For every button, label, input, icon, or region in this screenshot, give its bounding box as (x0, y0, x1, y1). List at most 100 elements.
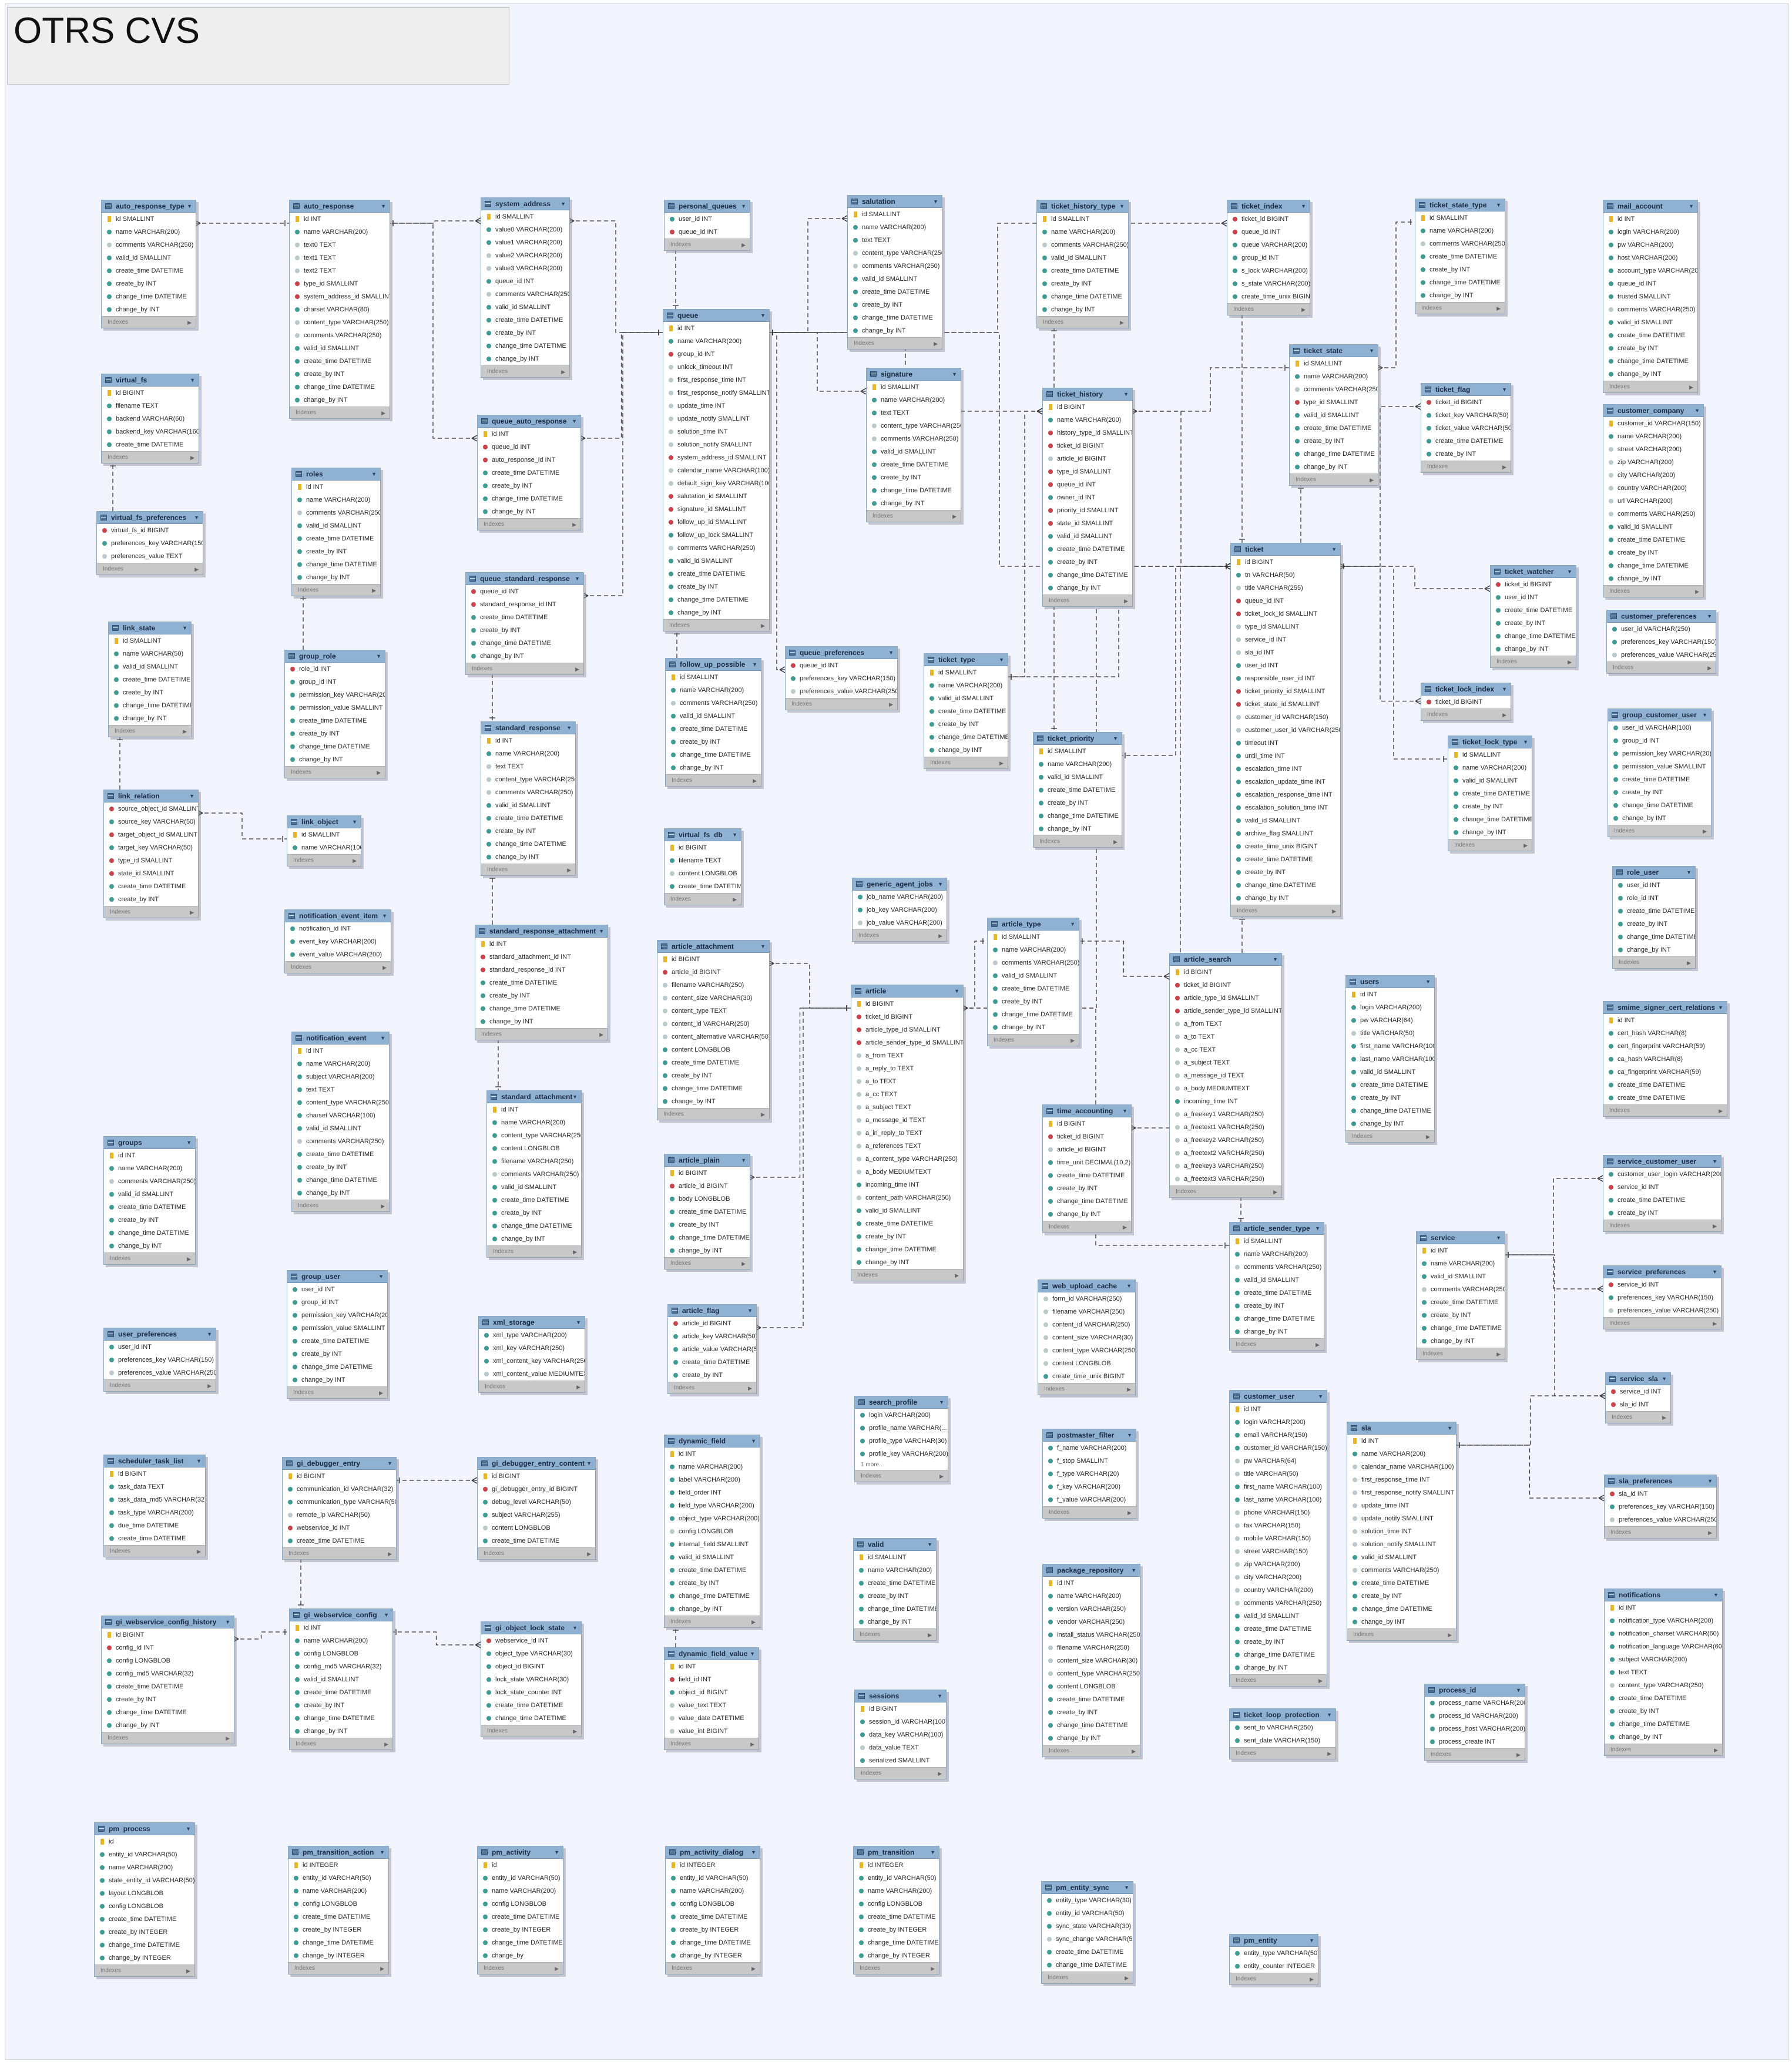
indexes-section[interactable]: Indexes ▶ (292, 584, 380, 596)
table-header[interactable]: pm_transition_action ▼ (288, 1846, 388, 1859)
column-row[interactable]: name VARCHAR(200) (292, 1057, 389, 1070)
column-row[interactable]: change_time DATETIME (1042, 1959, 1133, 1972)
table-gi-object-lock-state[interactable]: gi_object_lock_state ▼ webservice_id INT ob… (481, 1621, 582, 1737)
column-row[interactable]: queue_id INT (466, 585, 583, 598)
column-row[interactable]: layout LONGBLOB (95, 1887, 194, 1900)
indexes-section[interactable]: Indexes ▶ (786, 698, 897, 710)
column-row[interactable]: create_by INT (848, 298, 942, 311)
column-row[interactable]: virtual_fs_id BIGINT (97, 524, 203, 537)
indexes-section[interactable]: Indexes ▶ (487, 1245, 581, 1257)
table-header[interactable]: pm_entity_sync ▼ (1042, 1882, 1133, 1894)
column-row[interactable]: webservice_id INT (283, 1522, 396, 1534)
collapse-arrow-icon[interactable]: ▼ (575, 576, 580, 582)
column-row[interactable]: signature_id SMALLINT (663, 503, 769, 516)
column-row[interactable]: change_time DATETIME (657, 1082, 769, 1095)
column-row[interactable]: create_by INTEGER (854, 1923, 939, 1936)
column-row[interactable]: create_time DATETIME (104, 880, 198, 893)
column-row[interactable]: id SMALLINT (1037, 213, 1128, 226)
column-row[interactable]: communication_id VARCHAR(32) (283, 1483, 396, 1496)
table-process-id[interactable]: process_id ▼ process_name VARCHAR(200) proc… (1424, 1684, 1525, 1761)
column-row[interactable]: name VARCHAR(200) (1417, 1257, 1505, 1270)
column-row[interactable]: ticket_id BIGINT (1421, 396, 1511, 409)
column-row[interactable]: city VARCHAR(200) (1230, 1571, 1327, 1584)
expand-arrow-icon[interactable]: ▶ (1516, 1749, 1521, 1760)
column-row[interactable]: job_key VARCHAR(200) (853, 904, 947, 916)
column-row[interactable]: login VARCHAR(200) (1230, 1416, 1327, 1429)
column-row[interactable]: object_id BIGINT (665, 1686, 759, 1699)
table-standard-attachment[interactable]: standard_attachment ▼ id INT name VARCHAR(2… (486, 1090, 582, 1258)
column-row[interactable]: value_text TEXT (665, 1699, 759, 1712)
table-service[interactable]: service ▼ id INT name VARCHAR(200) valid_id … (1416, 1231, 1505, 1360)
table-mail-account[interactable]: mail_account ▼ id INT login VARCHAR(200) pw … (1603, 200, 1698, 393)
column-row[interactable]: create_time DATETIME (102, 264, 196, 277)
column-row[interactable]: responsible_user_id INT (1231, 672, 1340, 685)
column-row[interactable]: process_host VARCHAR(200) (1425, 1722, 1525, 1735)
expand-arrow-icon[interactable]: ▶ (733, 894, 737, 905)
collapse-arrow-icon[interactable]: ▼ (952, 371, 957, 377)
column-row[interactable]: change_by INT (1347, 1616, 1456, 1628)
table-header[interactable]: ticket_loop_protection ▼ (1230, 1709, 1335, 1721)
column-row[interactable]: content_type VARCHAR(250) (848, 247, 942, 260)
collapse-arrow-icon[interactable]: ▼ (1331, 546, 1337, 552)
column-row[interactable]: create_by INT (1043, 1706, 1140, 1719)
column-row[interactable]: entity_counter INTEGER (1230, 1960, 1318, 1973)
column-row[interactable]: change_time DATETIME (1608, 799, 1711, 812)
column-row[interactable]: user_id INT (1231, 659, 1340, 672)
column-row[interactable]: id INT (1043, 1577, 1140, 1590)
column-row[interactable]: salutation_id SMALLINT (663, 490, 769, 503)
indexes-section[interactable]: Indexes ▶ (854, 1628, 936, 1640)
indexes-section[interactable]: Indexes ▶ (466, 663, 583, 674)
collapse-arrow-icon[interactable]: ▼ (1309, 1937, 1314, 1943)
column-row[interactable]: article_key VARCHAR(50) (668, 1330, 756, 1343)
column-row[interactable]: entity_type VARCHAR(30) (1042, 1894, 1133, 1907)
column-row[interactable]: create_by INT (1491, 617, 1576, 630)
column-row[interactable]: article_sender_type_id SMALLINT (1170, 1005, 1281, 1017)
column-row[interactable]: group_id INT (1227, 251, 1310, 264)
column-row[interactable]: config LONGBLOB (95, 1900, 194, 1913)
column-row[interactable]: due_time DATETIME (104, 1519, 205, 1532)
table-signature[interactable]: signature ▼ id SMALLINT name VARCHAR(200) te… (866, 368, 961, 522)
column-row[interactable]: name VARCHAR(200) (1033, 758, 1122, 771)
column-row[interactable]: session_id VARCHAR(100) (855, 1715, 946, 1728)
column-row[interactable]: create_time DATETIME (1603, 329, 1697, 342)
column-row[interactable]: ticket_id BIGINT (1491, 578, 1576, 591)
column-row[interactable]: s_lock VARCHAR(200) (1227, 264, 1310, 277)
column-row[interactable]: id INT (663, 322, 769, 335)
column-row[interactable]: config_id INT (102, 1641, 234, 1654)
column-row[interactable]: backend VARCHAR(60) (102, 412, 199, 425)
column-row[interactable]: queue_id INT (1227, 226, 1310, 239)
expand-arrow-icon[interactable]: ▶ (380, 1963, 384, 1974)
column-row[interactable]: create_time DATETIME (988, 982, 1079, 995)
column-row[interactable]: name VARCHAR(200) (1043, 414, 1132, 426)
expand-arrow-icon[interactable]: ▶ (999, 757, 1004, 768)
column-row[interactable]: content_path VARCHAR(250) (851, 1191, 963, 1204)
column-row[interactable]: create_time DATETIME (1448, 787, 1532, 800)
column-row[interactable]: f_stop SMALLINT (1043, 1455, 1136, 1467)
expand-arrow-icon[interactable]: ▶ (1502, 709, 1506, 720)
column-row[interactable]: text TEXT (292, 1083, 389, 1096)
table-ticket-lock-type[interactable]: ticket_lock_type ▼ id SMALLINT name VARCHAR… (1448, 736, 1532, 851)
column-row[interactable]: change_by INT (1603, 572, 1703, 585)
table-header[interactable]: ticket_lock_type ▼ (1448, 736, 1532, 748)
column-row[interactable]: change_time DATETIME (102, 290, 196, 303)
indexes-section[interactable]: Indexes ▶ (1170, 1186, 1281, 1197)
column-row[interactable]: ticket_id BIGINT (1170, 979, 1281, 992)
column-row[interactable]: config LONGBLOB (854, 1898, 939, 1910)
column-row[interactable]: change_time DATETIME (1043, 1195, 1131, 1208)
indexes-section[interactable]: Indexes ▶ (481, 365, 569, 377)
column-row[interactable]: queue VARCHAR(200) (1227, 239, 1310, 251)
column-row[interactable]: content_id VARCHAR(250) (1038, 1318, 1135, 1331)
column-row[interactable]: create_by INT (1603, 546, 1703, 559)
column-row[interactable]: title VARCHAR(255) (1231, 582, 1340, 595)
column-row[interactable]: name VARCHAR(200) (1290, 370, 1378, 383)
column-row[interactable]: incoming_time INT (851, 1178, 963, 1191)
expand-arrow-icon[interactable]: ▶ (928, 1629, 932, 1640)
collapse-arrow-icon[interactable]: ▼ (561, 201, 566, 207)
column-row[interactable]: profile_key VARCHAR(200) (855, 1448, 948, 1460)
column-row[interactable]: create_time DATETIME (102, 1680, 234, 1693)
expand-arrow-icon[interactable]: ▶ (388, 1548, 392, 1559)
column-row[interactable]: name VARCHAR(200) (663, 335, 769, 348)
column-row[interactable]: type_id SMALLINT (1043, 465, 1132, 478)
column-row[interactable]: create_time DATETIME (1347, 1577, 1456, 1590)
column-row[interactable]: create_by INTEGER (666, 1923, 760, 1936)
